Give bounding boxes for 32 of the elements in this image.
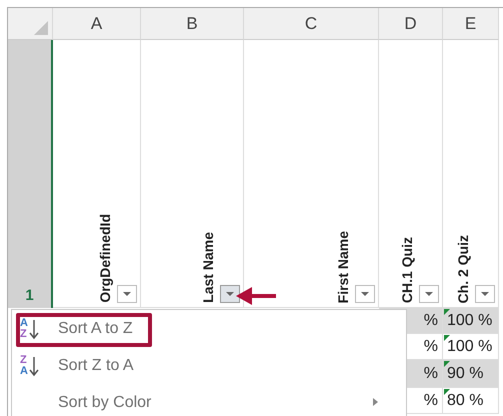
caret-icon (361, 292, 369, 296)
filter-button[interactable] (475, 285, 495, 303)
arrow (236, 287, 276, 305)
caret-icon (481, 292, 489, 296)
column-header[interactable]: C (244, 8, 379, 40)
header-cell-text: OrgDefinedId (97, 214, 113, 303)
header-cell-text: Ch. 2 Quiz (455, 234, 471, 303)
table-cell: 90 % (443, 360, 499, 388)
header-cell-text: First Name (335, 230, 351, 303)
down-arrow-icon (28, 318, 40, 340)
filter-button[interactable] (117, 285, 137, 303)
caret-icon (425, 292, 433, 296)
table-cell: 80 % (443, 388, 499, 414)
caret-icon (123, 292, 131, 296)
table-cell: 100 % (443, 308, 499, 334)
filter-button[interactable] (220, 285, 240, 303)
row-header[interactable]: 1 (8, 40, 53, 308)
column-header[interactable]: A (53, 8, 141, 40)
column-header[interactable]: D (379, 8, 443, 40)
icon-letter: Z (20, 354, 28, 366)
filter-button[interactable] (419, 285, 439, 303)
column-header[interactable]: E (443, 8, 499, 40)
submenu-arrow-icon (373, 398, 378, 406)
icon-letter: Z (20, 328, 28, 340)
table-cell: 100 % (443, 334, 499, 360)
icon-letter: A (20, 366, 28, 376)
header-cell-text: Last Name (200, 232, 216, 303)
header-cell-text: CH.1 Quiz (399, 236, 415, 303)
column-header[interactable]: B (141, 8, 244, 40)
icon-letter: A (20, 318, 28, 328)
down-arrow-icon (28, 354, 40, 376)
filter-button[interactable] (355, 285, 375, 303)
